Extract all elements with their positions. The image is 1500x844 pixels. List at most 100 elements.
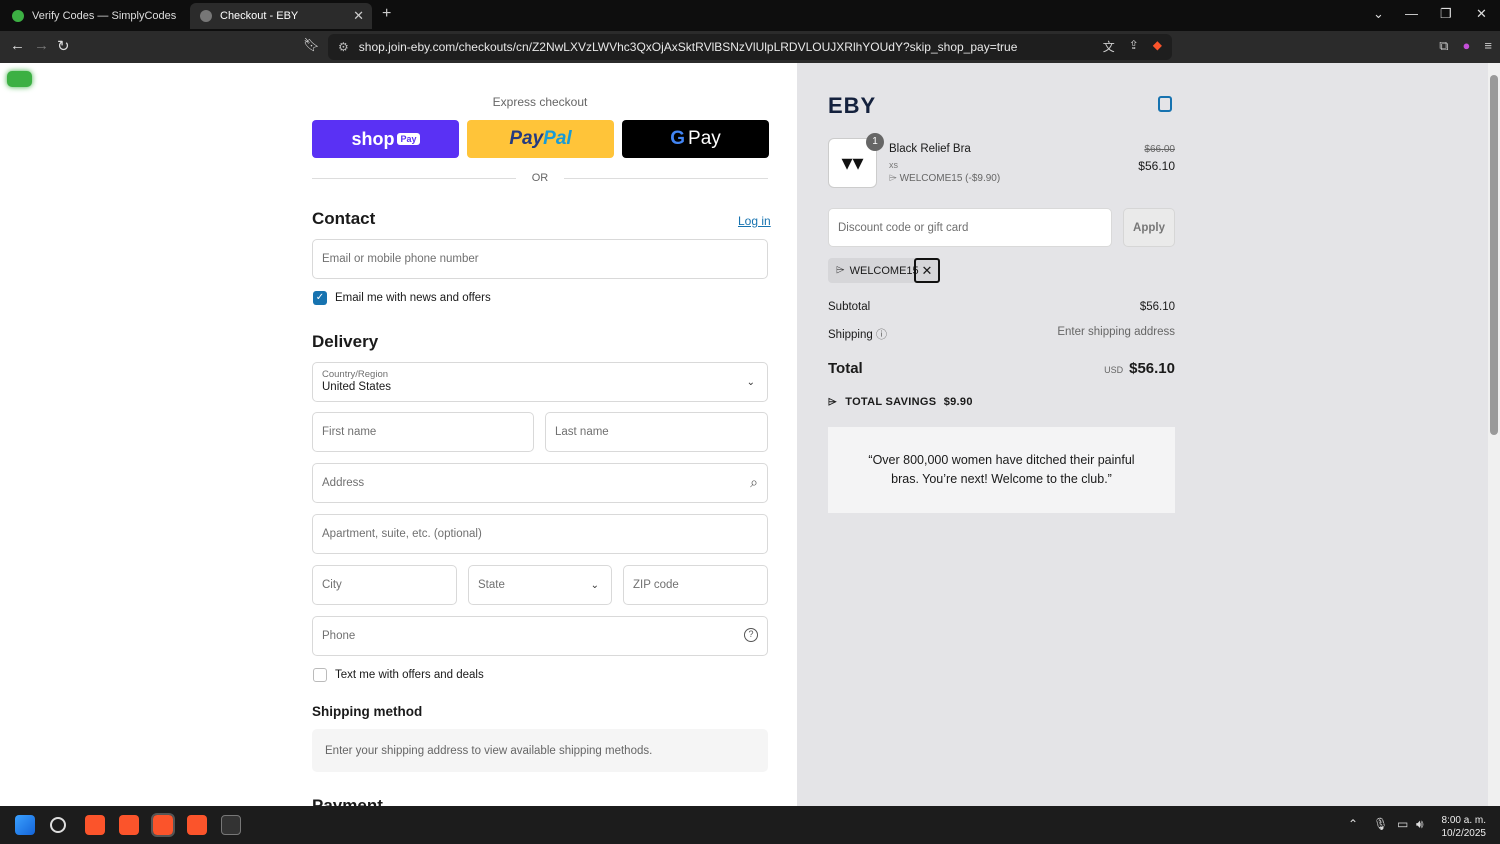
leo-ai-icon[interactable]: ● [1463, 38, 1471, 54]
contact-heading: Contact [312, 209, 376, 228]
info-icon[interactable]: ⓘ [876, 329, 887, 341]
url-text: shop.join-eby.com/checkouts/cn/Z2NwLXVzL… [358, 40, 1018, 54]
google-g-icon: G [670, 128, 686, 149]
site-info-icon[interactable]: ⚙ [338, 40, 349, 54]
shop-pay-button[interactable]: shop Pay [312, 120, 459, 158]
apply-button[interactable]: Apply [1123, 208, 1175, 247]
or-divider: OR [312, 172, 768, 184]
gpay-label: Pay [688, 128, 721, 149]
original-price: $66.00 [1144, 144, 1175, 155]
clock-date: 10/2/2025 [1441, 828, 1487, 839]
total-row: Total USD $56.10 [828, 360, 1175, 377]
search-icon[interactable] [50, 817, 66, 833]
page-scrollbar[interactable] [1488, 63, 1500, 806]
google-pay-button[interactable]: G Pay [622, 120, 769, 158]
tab-search-icon[interactable]: ⌄ [1373, 6, 1384, 22]
text-offers-checkbox[interactable] [313, 668, 327, 682]
shipping-method-message: Enter your shipping address to view avai… [312, 729, 768, 772]
last-name-field[interactable]: Last name [545, 412, 768, 452]
paypal-button[interactable]: Pay Pal [467, 120, 614, 158]
tab-title: Verify Codes — SimplyCodes [32, 10, 177, 22]
first-name-field[interactable]: First name [312, 412, 534, 452]
share-icon[interactable]: ⇪ [1129, 38, 1139, 55]
browser-toolbar: ← → ↻ 🔖︎ ⚙ shop.join-eby.com/checkouts/c… [0, 31, 1500, 63]
simplycodes-icon [12, 10, 24, 22]
product-variant: xs [889, 160, 898, 170]
chevron-up-icon[interactable]: ⌃ [1348, 817, 1358, 831]
bookmark-icon[interactable]: 🔖︎ [303, 37, 320, 53]
eby-logo[interactable]: EBY [828, 93, 876, 119]
clock[interactable]: 8:00 a. m. 10/2/2025 [1442, 814, 1487, 840]
clock-time: 8:00 a. m. [1441, 815, 1486, 826]
checkout-page: Express checkout shop Pay Pay Pal G Pay O… [0, 63, 1488, 806]
help-icon[interactable]: ? [744, 628, 758, 642]
chevron-down-icon: ⌄ [746, 377, 755, 388]
country-value: United States [322, 381, 392, 393]
country-select[interactable]: Country/Region United States ⌄ [312, 362, 768, 402]
discount-code-input[interactable]: Discount code or gift card [828, 208, 1112, 247]
subtotal-row: Subtotal $56.10 [828, 301, 1175, 313]
text-offers-label: Text me with offers and deals [335, 669, 484, 681]
email-news-checkbox[interactable]: ✓ [313, 291, 327, 305]
minimize-button[interactable]: — [1405, 6, 1418, 21]
quantity-badge: 1 [866, 133, 884, 151]
tab-checkout[interactable]: Checkout - EBY ✕ [190, 3, 372, 29]
shipping-row: Shipping ⓘ Enter shipping address [828, 326, 1175, 342]
tab-bar: Verify Codes — SimplyCodes Checkout - EB… [0, 0, 1500, 31]
forward-button[interactable]: → [34, 37, 49, 54]
brave-icon[interactable] [119, 815, 139, 835]
city-placeholder: City [322, 579, 342, 591]
back-button[interactable]: ← [10, 37, 25, 54]
email-field[interactable]: Email or mobile phone number [312, 239, 768, 279]
state-select[interactable]: State ⌄ [468, 565, 612, 605]
translate-icon[interactable]: 文 [1103, 38, 1115, 55]
restore-button[interactable]: ❐ [1440, 6, 1452, 22]
delivery-heading: Delivery [312, 332, 379, 351]
shipping-label: Shipping [828, 329, 873, 341]
remove-discount-button[interactable]: ✕ [914, 258, 940, 283]
new-tab-button[interactable]: + [382, 5, 391, 23]
email-news-label: Email me with news and offers [335, 292, 491, 304]
address-bar[interactable]: ⚙ shop.join-eby.com/checkouts/cn/Z2NwLXV… [328, 34, 1172, 60]
chevron-down-icon: ⌄ [590, 580, 599, 591]
brave-icon[interactable] [187, 815, 207, 835]
shipping-value: Enter shipping address [1057, 326, 1175, 338]
first-name-placeholder: First name [322, 426, 377, 438]
tab-verify-codes[interactable]: Verify Codes — SimplyCodes [2, 3, 187, 29]
microphone-icon[interactable]: 🎙︎ [1373, 817, 1388, 831]
country-label: Country/Region [322, 369, 389, 380]
phone-field[interactable]: Phone ? [312, 616, 768, 656]
phone-placeholder: Phone [322, 630, 356, 642]
log-in-link[interactable]: Log in [738, 214, 771, 228]
volume-icon[interactable]: 🔊︎ [1416, 817, 1424, 832]
reload-button[interactable]: ↻ [57, 37, 70, 55]
brave-icon[interactable] [85, 815, 105, 835]
testimonial-quote: “Over 800,000 women have ditched their p… [828, 427, 1175, 513]
menu-icon[interactable]: ≡ [1484, 38, 1492, 54]
brave-icon[interactable] [151, 813, 175, 837]
savings-label: TOTAL SAVINGS [845, 396, 937, 408]
brave-shield-icon[interactable]: ◆ [1153, 38, 1162, 55]
zip-field[interactable]: ZIP code [623, 565, 768, 605]
terminal-icon[interactable] [221, 815, 241, 835]
shop-label: shop [351, 128, 395, 149]
close-window-button[interactable]: ✕ [1476, 6, 1487, 22]
city-field[interactable]: City [312, 565, 457, 605]
shipping-method-heading: Shipping method [312, 704, 423, 719]
extension-badge[interactable] [7, 71, 32, 87]
paypal-label-pay: Pay [509, 128, 544, 149]
extensions-icon[interactable]: ⧉ [1439, 38, 1448, 54]
tag-icon: ⌲ [828, 396, 837, 408]
address-placeholder: Address [322, 477, 365, 489]
email-placeholder: Email or mobile phone number [322, 253, 479, 265]
apartment-field[interactable]: Apartment, suite, etc. (optional) [312, 514, 768, 554]
discounted-price: $56.10 [1138, 159, 1175, 173]
globe-icon [200, 10, 212, 22]
address-field[interactable]: Address ⌕ [312, 463, 768, 503]
network-icon[interactable]: ▭ [1397, 817, 1408, 831]
start-icon[interactable] [15, 815, 35, 835]
scrollbar-thumb[interactable] [1490, 75, 1498, 435]
or-label: OR [531, 172, 549, 184]
shopping-bag-icon[interactable] [1158, 96, 1172, 112]
close-tab-icon[interactable]: ✕ [353, 8, 364, 24]
